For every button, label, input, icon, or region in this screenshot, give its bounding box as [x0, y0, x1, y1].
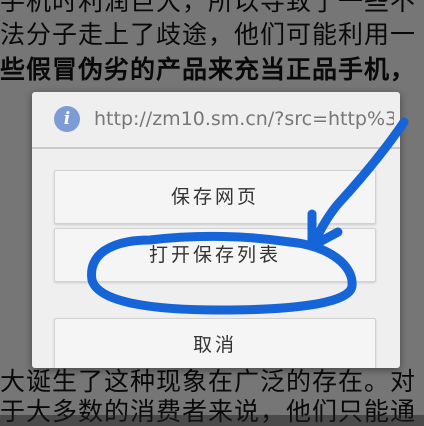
- dialog-header: i http://zm10.sm.cn/?src=http%3...: [32, 92, 400, 146]
- cancel-button[interactable]: 取消: [54, 318, 376, 368]
- save-page-button[interactable]: 保存网页: [54, 170, 376, 224]
- dialog-divider: [32, 147, 400, 149]
- save-dialog: i http://zm10.sm.cn/?src=http%3... 保存网页 …: [32, 92, 400, 368]
- dialog-title: http://zm10.sm.cn/?src=http%3...: [94, 108, 394, 130]
- info-icon: i: [54, 106, 80, 132]
- open-saved-list-button[interactable]: 打开保存列表: [54, 228, 376, 282]
